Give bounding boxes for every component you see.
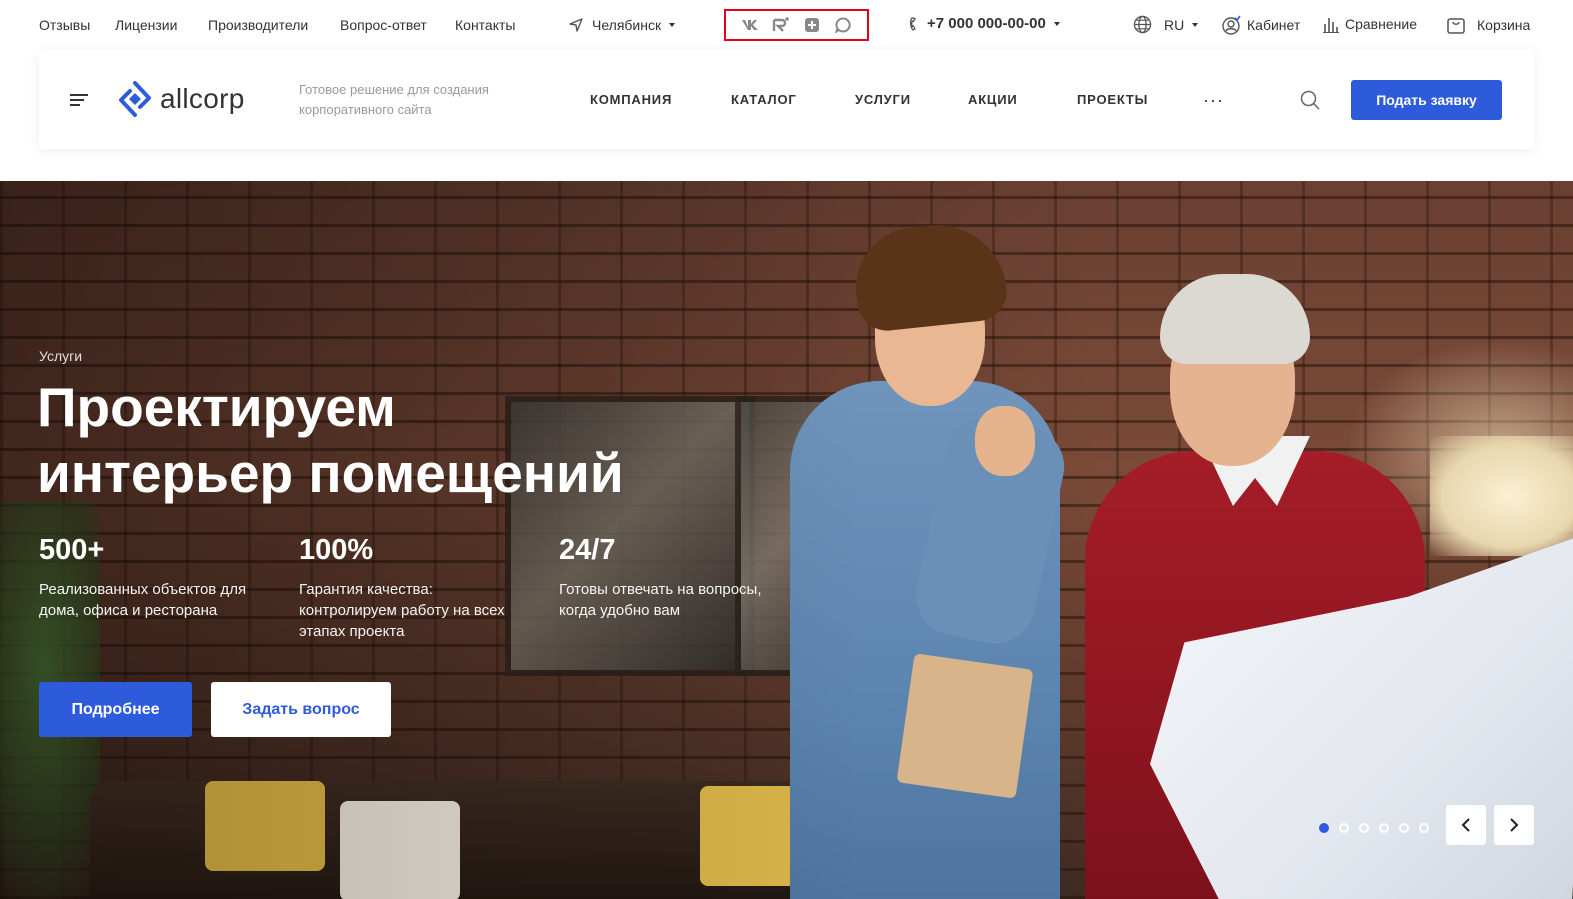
cabinet-link[interactable]: Кабинет [1221,15,1300,35]
compare-link[interactable]: Сравнение [1323,15,1417,33]
social-links [724,9,869,41]
nav-promotions[interactable]: АКЦИИ [968,92,1018,107]
topbar-link-manufacturers[interactable]: Производители [208,17,308,33]
hero-stat: 100% Гарантия качества: контролируем раб… [299,534,529,642]
user-icon [1222,15,1241,35]
nav-catalog[interactable]: КАТАЛОГ [731,92,797,107]
nav-services[interactable]: УСЛУГИ [855,92,911,107]
slider-pagination [1319,823,1429,833]
slider-dot[interactable] [1319,823,1329,833]
search-icon[interactable] [1300,90,1320,115]
chat-icon[interactable] [833,15,853,35]
chevron-right-icon [1510,818,1519,832]
cart-link[interactable]: Корзина [1446,15,1530,35]
location-arrow-icon [569,18,583,32]
site-tagline: Готовое решение для создания корпоративн… [299,82,489,117]
stat-number: 500+ [39,534,105,566]
stat-description: Реализованных объектов для дома, офиса и… [39,581,247,619]
chevron-down-icon [1192,22,1199,27]
slider-next-button[interactable] [1494,805,1534,845]
slider-dot[interactable] [1339,823,1349,833]
logo[interactable]: allcorp [118,81,245,117]
phone-number: +7 000 000-00-00 [927,15,1046,32]
topbar-link-faq[interactable]: Вопрос-ответ [340,17,427,33]
more-details-button[interactable]: Подробнее [39,682,192,737]
hero-title-line: интерьер помещений [37,442,624,504]
chevron-left-icon [1461,818,1470,832]
city-name: Челябинск [592,17,662,33]
logo-mark-icon [119,81,151,117]
hero-title-line: Проектируем [37,376,396,438]
stat-description: Гарантия качества: контролируем работу н… [299,581,505,640]
slider-dot[interactable] [1399,823,1409,833]
topbar-link-contacts[interactable]: Контакты [455,17,515,33]
city-selector[interactable]: Челябинск [569,17,676,33]
main-header: allcorp Готовое решение для создания кор… [39,50,1534,149]
hero-stat: 24/7 Готовы отвечать на вопросы, когда у… [559,534,789,621]
shopping-bag-icon [1447,18,1465,34]
compare-label: Сравнение [1345,16,1417,32]
slider-dot[interactable] [1379,823,1389,833]
submit-request-button[interactable]: Подать заявку [1351,80,1502,120]
rutube-icon[interactable] [771,15,791,35]
odnoklassniki-icon[interactable] [802,15,822,35]
chevron-down-icon [669,23,676,27]
nav-projects[interactable]: ПРОЕКТЫ [1077,92,1148,107]
logo-text: allcorp [160,83,245,114]
phone-selector[interactable]: +7 000 000-00-00 [909,15,1060,32]
hero-slider: Услуги Проектируем интерьер помещений 50… [0,181,1573,899]
vk-icon[interactable] [740,15,760,35]
language-code: RU [1164,16,1185,33]
more-menu-button[interactable]: ··· [1203,90,1224,111]
bar-chart-icon [1323,18,1339,33]
cart-label: Корзина [1477,17,1531,33]
phone-icon [909,16,916,31]
cabinet-label: Кабинет [1247,17,1301,33]
stat-description: Готовы отвечать на вопросы, когда удобно… [559,581,762,619]
globe-icon [1133,15,1152,34]
top-bar: Отзывы Лицензии Производители Вопрос-отв… [0,0,1573,50]
nav-company[interactable]: КОМПАНИЯ [590,92,672,107]
stat-number: 100% [299,534,374,566]
hero-eyebrow: Услуги [39,348,83,364]
hero-stat: 500+ Реализованных объектов для дома, оф… [39,534,269,621]
stat-number: 24/7 [559,534,616,566]
slider-dot[interactable] [1359,823,1369,833]
topbar-link-licenses[interactable]: Лицензии [115,17,177,33]
slider-dot[interactable] [1419,823,1429,833]
ask-question-button[interactable]: Задать вопрос [211,682,391,737]
hero-title: Проектируем интерьер помещений [37,374,737,506]
topbar-link-reviews[interactable]: Отзывы [39,17,90,33]
slider-prev-button[interactable] [1446,805,1486,845]
burger-menu-icon[interactable] [70,94,88,106]
language-selector[interactable]: RU [1133,15,1199,34]
chevron-down-icon [1053,21,1060,26]
